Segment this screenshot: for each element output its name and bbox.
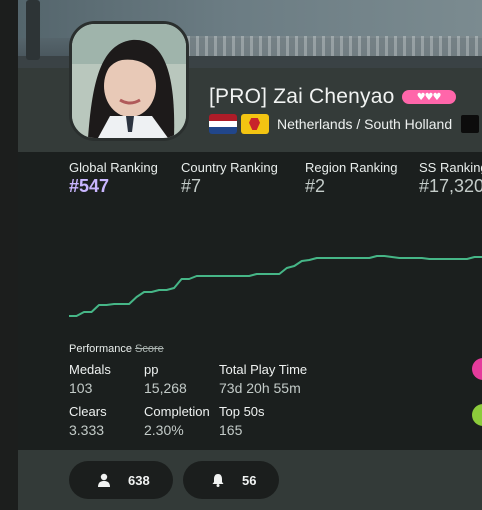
page-left-edge <box>0 0 18 510</box>
followers-button[interactable]: 638 <box>69 461 173 499</box>
country-ranking-value: #7 <box>181 176 202 196</box>
location-text: Netherlands / South Holland <box>277 116 453 132</box>
followers-count: 638 <box>128 472 150 488</box>
ss-ranking-label: SS Ranking <box>419 160 482 175</box>
south-holland-flag-icon[interactable] <box>241 114 269 134</box>
green-grade-badge[interactable] <box>472 404 482 426</box>
global-ranking: Global Ranking #547 <box>69 160 158 197</box>
ss-ranking: SS Ranking #17,320 <box>419 160 482 197</box>
play-time-stat: Total Play Time 73d 20h 55m <box>219 362 307 396</box>
medals-stat: Medals 103 <box>69 362 111 396</box>
country-ranking: Country Ranking #7 <box>181 160 278 197</box>
completion-label: Completion <box>144 404 210 419</box>
user-icon <box>96 472 112 488</box>
ss-ranking-value: #17,320 <box>419 176 482 196</box>
play-time-label: Total Play Time <box>219 362 308 377</box>
clears-label: Clears <box>69 404 107 419</box>
region-ranking-value: #2 <box>305 176 326 196</box>
completion-stat: Completion 2.30% <box>144 404 210 438</box>
performance-heading: Performance Score <box>69 343 369 355</box>
global-ranking-value: #547 <box>69 176 110 196</box>
medals-value: 103 <box>69 380 93 396</box>
performance-stats: Performance Score <box>69 343 369 355</box>
team-flag-icon[interactable] <box>461 115 480 133</box>
location-row: Netherlands / South Holland <box>209 113 480 135</box>
supporter-badge[interactable]: ♥♥♥ <box>401 90 456 104</box>
clears-value: 3.333 <box>69 422 105 438</box>
pp-value: 15,268 <box>144 380 187 396</box>
country-ranking-label: Country Ranking <box>181 160 278 175</box>
pink-grade-badge[interactable] <box>472 358 482 380</box>
profile-name-row: [PRO] Zai Chenyao ♥♥♥ <box>209 84 456 110</box>
region-ranking: Region Ranking #2 <box>305 160 398 197</box>
netherlands-flag-icon[interactable] <box>209 114 237 134</box>
pp-label: pp <box>144 362 159 377</box>
subscribers-count: 56 <box>242 472 257 488</box>
subscribers-button[interactable]: 56 <box>183 461 279 499</box>
avatar[interactable] <box>69 21 189 141</box>
username[interactable]: [PRO] Zai Chenyao <box>209 85 395 109</box>
performance-label: Performance <box>69 343 132 355</box>
pp-stat: pp 15,268 <box>144 362 187 396</box>
top50-stat: Top 50s 165 <box>219 404 265 438</box>
rankings-row: Global Ranking #547 Country Ranking #7 R… <box>69 160 482 200</box>
rank-history-line[interactable] <box>69 255 482 317</box>
rank-history-graph[interactable] <box>69 220 482 320</box>
bell-icon <box>210 472 226 488</box>
region-ranking-label: Region Ranking <box>305 160 398 175</box>
score-label[interactable]: Score <box>135 343 164 355</box>
medals-label: Medals <box>69 362 111 377</box>
clears-stat: Clears 3.333 <box>69 404 107 438</box>
global-ranking-label: Global Ranking <box>69 160 158 175</box>
play-time-value: 73d 20h 55m <box>219 380 301 396</box>
top50-value: 165 <box>219 422 243 438</box>
completion-value: 2.30% <box>144 422 184 438</box>
top50-label: Top 50s <box>219 404 265 419</box>
